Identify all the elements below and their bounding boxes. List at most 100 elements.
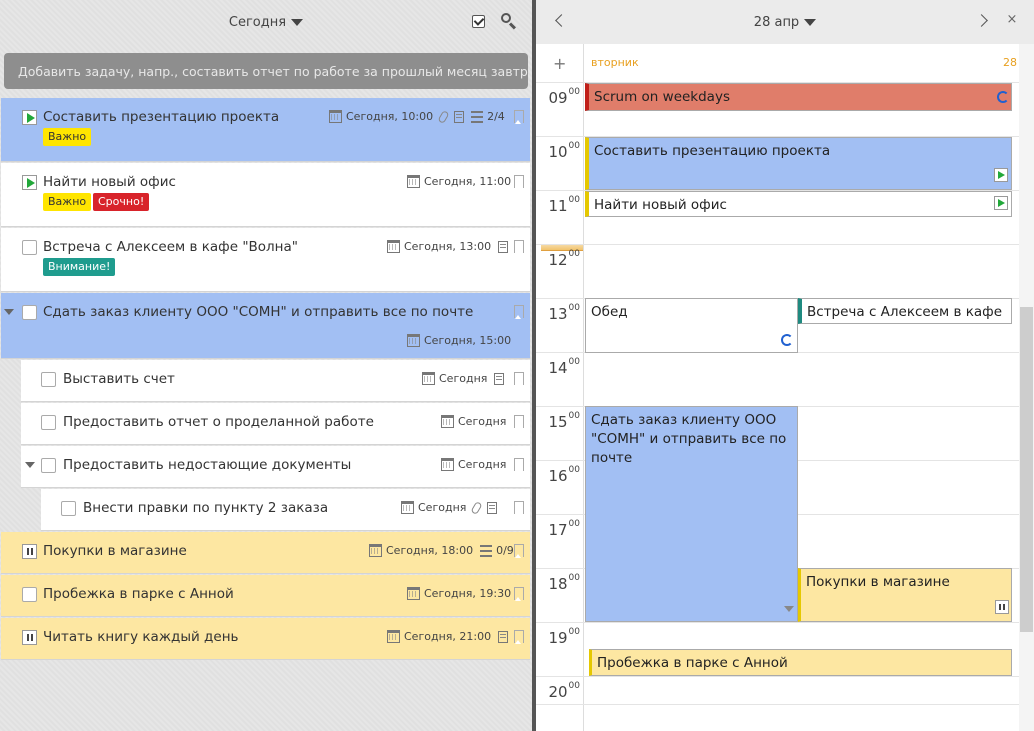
bookmark-icon[interactable] bbox=[514, 110, 524, 124]
calendar-header: 28 апр bbox=[536, 0, 1034, 44]
event-title: Scrum on weekdays bbox=[594, 89, 730, 105]
task-row[interactable]: Встреча с Алексеем в кафе "Волна" Сегодн… bbox=[1, 228, 530, 292]
calendar-panel: 28 апр × + вторник 28 0900 1000 1100 120… bbox=[536, 0, 1034, 731]
task-row[interactable]: Сдать заказ клиенту ООО "СОМН" и отправи… bbox=[1, 293, 530, 359]
attachment-icon bbox=[470, 500, 483, 515]
calendar-icon bbox=[369, 544, 382, 557]
note-icon bbox=[454, 110, 465, 123]
collapse-arrow-icon[interactable] bbox=[25, 462, 35, 468]
task-row[interactable]: Составить презентацию проекта Сегодня, 1… bbox=[1, 98, 530, 162]
calendar-event[interactable]: Встреча с Алексеем в кафе bbox=[798, 298, 1012, 324]
task-date: Сегодня, 19:30 bbox=[424, 587, 512, 600]
task-checkbox[interactable] bbox=[22, 305, 37, 320]
checklist-icon bbox=[471, 110, 484, 123]
play-icon[interactable] bbox=[994, 168, 1008, 182]
calendar-icon bbox=[422, 372, 435, 385]
view-selector-label: Сегодня bbox=[228, 14, 287, 30]
date-selector[interactable]: 28 апр bbox=[754, 15, 817, 30]
close-icon[interactable]: × bbox=[1006, 13, 1018, 26]
calendar-event[interactable]: Составить презентацию проекта bbox=[585, 137, 1012, 190]
task-title: Найти новый офис bbox=[43, 174, 176, 190]
task-checkbox[interactable] bbox=[41, 372, 56, 387]
task-title: Составить презентацию проекта bbox=[43, 109, 280, 125]
hour-line bbox=[536, 704, 1019, 705]
calendar-icon bbox=[441, 415, 454, 428]
pause-icon[interactable] bbox=[22, 544, 37, 559]
play-icon[interactable] bbox=[22, 110, 37, 125]
task-date: Сегодня bbox=[439, 372, 488, 385]
calendar-icon bbox=[407, 175, 420, 188]
subtask-progress: 2/4 bbox=[487, 110, 505, 123]
subtask-row[interactable]: Выставить счет Сегодня bbox=[21, 360, 530, 402]
bookmark-icon[interactable] bbox=[514, 175, 524, 189]
event-title: Встреча с Алексеем в кафе bbox=[807, 304, 1003, 320]
attachment-icon bbox=[437, 109, 450, 124]
task-checkbox[interactable] bbox=[41, 458, 56, 473]
task-checkbox[interactable] bbox=[22, 240, 37, 255]
note-icon bbox=[498, 630, 509, 643]
task-panel-header: Сегодня bbox=[0, 0, 532, 44]
task-row[interactable]: Читать книгу каждый день Сегодня, 21:00 bbox=[1, 618, 530, 660]
hour-line bbox=[536, 676, 1019, 677]
task-meta: Сегодня bbox=[441, 415, 506, 428]
subtask-row[interactable]: Внести правки по пункту 2 заказа Сегодня bbox=[41, 489, 530, 531]
scrollbar-thumb[interactable] bbox=[1020, 307, 1033, 632]
event-title: Покупки в магазине bbox=[806, 574, 950, 590]
hour-label: 1900 bbox=[548, 627, 580, 647]
task-checkbox[interactable] bbox=[22, 587, 37, 602]
add-event-button[interactable]: + bbox=[553, 54, 566, 73]
calendar-icon bbox=[387, 630, 400, 643]
pause-icon[interactable] bbox=[995, 600, 1009, 614]
calendar-event[interactable]: Обед bbox=[585, 298, 798, 353]
calendar-icon bbox=[407, 587, 420, 600]
task-date: Сегодня bbox=[418, 501, 467, 514]
task-title: Выставить счет bbox=[63, 371, 175, 387]
pause-icon[interactable] bbox=[22, 630, 37, 645]
calendar-event[interactable]: Пробежка в парке с Анной bbox=[589, 649, 1012, 676]
bookmark-icon[interactable] bbox=[514, 240, 524, 254]
bookmark-icon[interactable] bbox=[514, 501, 524, 515]
bookmark-icon[interactable] bbox=[514, 305, 524, 319]
task-title: Встреча с Алексеем в кафе "Волна" bbox=[43, 239, 298, 255]
play-icon[interactable] bbox=[22, 175, 37, 190]
calendar-event[interactable]: Найти новый офис bbox=[585, 191, 1012, 217]
task-row[interactable]: Найти новый офис Сегодня, 11:00 Важно Ср… bbox=[1, 163, 530, 227]
note-icon bbox=[487, 501, 498, 514]
task-checkbox[interactable] bbox=[61, 501, 76, 516]
task-date: Сегодня, 18:00 bbox=[386, 544, 474, 557]
bookmark-icon[interactable] bbox=[514, 458, 524, 472]
bookmark-icon[interactable] bbox=[514, 544, 524, 558]
calendar-event[interactable]: Сдать заказ клиенту ООО "СОМН" и отправи… bbox=[585, 406, 798, 622]
bookmark-icon[interactable] bbox=[514, 587, 524, 601]
task-row[interactable]: Покупки в магазине Сегодня, 18:00 0/9 bbox=[1, 532, 530, 574]
task-row[interactable]: Пробежка в парке с Анной Сегодня, 19:30 bbox=[1, 575, 530, 617]
chevron-down-icon bbox=[804, 18, 817, 26]
bookmark-icon[interactable] bbox=[514, 372, 524, 386]
show-completed-checkbox-icon[interactable] bbox=[472, 15, 485, 28]
hour-line bbox=[536, 244, 1019, 245]
task-date: Сегодня bbox=[458, 415, 507, 428]
collapse-arrow-icon[interactable] bbox=[4, 309, 14, 315]
task-checkbox[interactable] bbox=[41, 415, 56, 430]
calendar-event[interactable]: Scrum on weekdays bbox=[585, 83, 1012, 111]
event-title: Обед bbox=[591, 304, 628, 320]
subtask-row[interactable]: Предоставить недостающие документы Сегод… bbox=[21, 446, 530, 488]
calendar-icon bbox=[329, 110, 342, 123]
task-meta: Сегодня bbox=[401, 500, 498, 515]
subtask-row[interactable]: Предоставить отчет о проделанной работе … bbox=[21, 403, 530, 445]
hour-label: 1600 bbox=[548, 465, 580, 485]
view-selector[interactable]: Сегодня bbox=[228, 14, 304, 30]
search-icon[interactable] bbox=[501, 13, 517, 30]
bookmark-icon[interactable] bbox=[514, 630, 524, 644]
calendar-event[interactable]: Покупки в магазине bbox=[798, 568, 1012, 622]
task-title: Покупки в магазине bbox=[43, 543, 187, 559]
hour-label: 1500 bbox=[548, 411, 580, 431]
task-meta: Сегодня, 11:00 bbox=[407, 175, 511, 188]
add-task-input[interactable] bbox=[4, 53, 528, 89]
play-icon[interactable] bbox=[994, 196, 1008, 210]
tag-important: Важно bbox=[43, 128, 92, 146]
chevron-down-icon[interactable] bbox=[784, 606, 794, 612]
day-view: + вторник 28 0900 1000 1100 1200 1300 14… bbox=[536, 44, 1034, 731]
day-name: вторник bbox=[591, 56, 639, 69]
bookmark-icon[interactable] bbox=[514, 415, 524, 429]
